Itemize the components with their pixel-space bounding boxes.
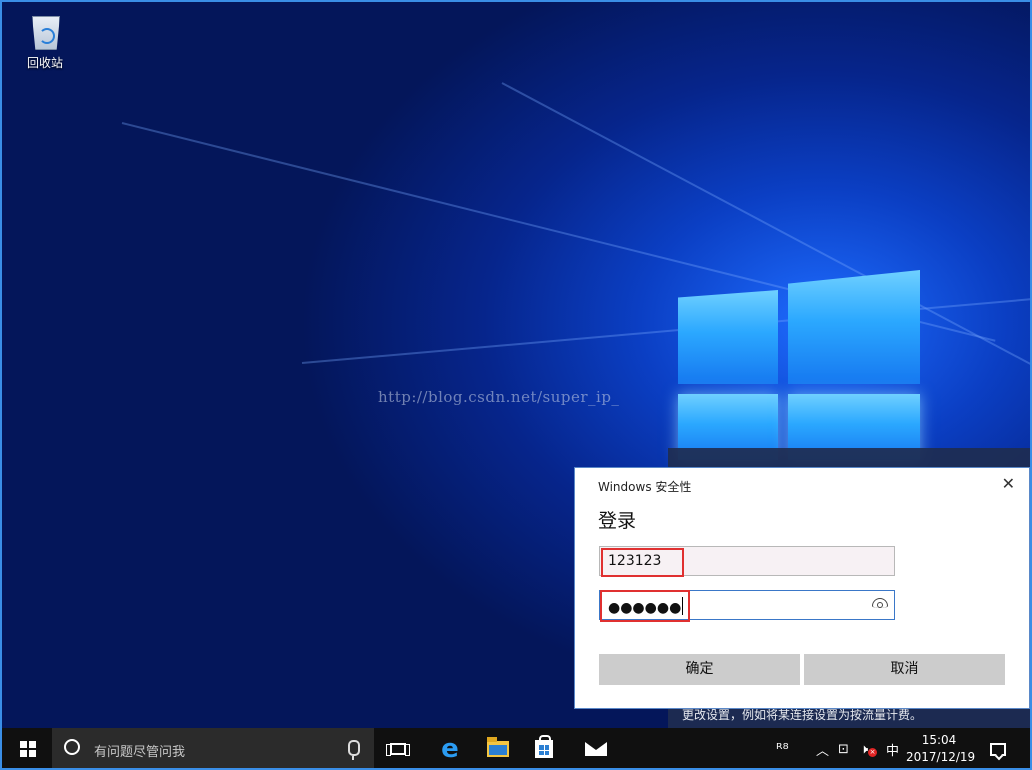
- logo-pane: [788, 270, 920, 384]
- ime-indicator[interactable]: 中: [886, 728, 899, 768]
- dialog-title: Windows 安全性: [598, 480, 692, 494]
- taskbar: 有问题尽管问我 e ᴿ⁸ ︿ ⊡ 🕨 × 中 15:04 2017/12/19: [2, 728, 1030, 768]
- clock-time: 15:04: [921, 733, 957, 747]
- recycle-bin-icon: [28, 10, 62, 50]
- file-explorer-taskbar-button[interactable]: [478, 728, 518, 768]
- task-view-button[interactable]: [380, 728, 416, 768]
- start-button[interactable]: [8, 728, 48, 768]
- desktop-icon-recycle-bin[interactable]: 回收站: [20, 10, 70, 71]
- volume-icon[interactable]: 🕨: [860, 728, 868, 768]
- windows-logo-wallpaper: [678, 270, 1030, 460]
- volume-muted-badge: ×: [868, 748, 877, 757]
- edge-taskbar-button[interactable]: e: [430, 728, 470, 768]
- mail-icon: [585, 742, 607, 756]
- store-taskbar-button[interactable]: [524, 728, 564, 768]
- password-reveal-icon[interactable]: [872, 598, 888, 608]
- watermark-text: http://blog.csdn.net/super_ip_: [378, 388, 620, 406]
- file-explorer-icon: [487, 737, 509, 757]
- mail-taskbar-button[interactable]: [576, 728, 616, 768]
- highlight-box-username: [601, 548, 684, 577]
- network-icon[interactable]: ⊡: [838, 728, 849, 768]
- mic-icon[interactable]: [348, 740, 360, 760]
- people-icon[interactable]: ᴿ⁸: [776, 728, 789, 768]
- screen: http://blog.csdn.net/super_ip_ 回收站 更改设置，…: [0, 0, 1032, 770]
- recycle-bin-label: 回收站: [26, 56, 63, 70]
- cortana-icon: [64, 739, 80, 755]
- highlight-box-password: [600, 590, 690, 622]
- search-box[interactable]: 有问题尽管问我: [52, 728, 374, 768]
- search-placeholder: 有问题尽管问我: [94, 745, 186, 760]
- task-view-icon: [386, 743, 410, 756]
- edge-icon: e: [441, 734, 459, 764]
- clock-date: 2017/12/19: [906, 750, 976, 764]
- show-hidden-icons-chevron-icon[interactable]: ︿: [816, 728, 829, 768]
- cancel-button[interactable]: 取消: [804, 654, 1005, 685]
- action-center-icon: [990, 742, 1006, 756]
- close-icon[interactable]: ✕: [1002, 474, 1015, 493]
- windows-security-dialog: Windows 安全性 ✕ 登录 123123 ●●●●●● 确定 取消: [574, 467, 1030, 709]
- dialog-heading: 登录: [598, 510, 637, 532]
- logo-pane: [678, 290, 778, 384]
- clock[interactable]: 15:04 2017/12/19: [906, 732, 976, 766]
- windows-start-icon: [20, 741, 36, 757]
- store-icon: [535, 735, 553, 758]
- action-center-button[interactable]: [986, 728, 1010, 768]
- ok-button[interactable]: 确定: [599, 654, 800, 685]
